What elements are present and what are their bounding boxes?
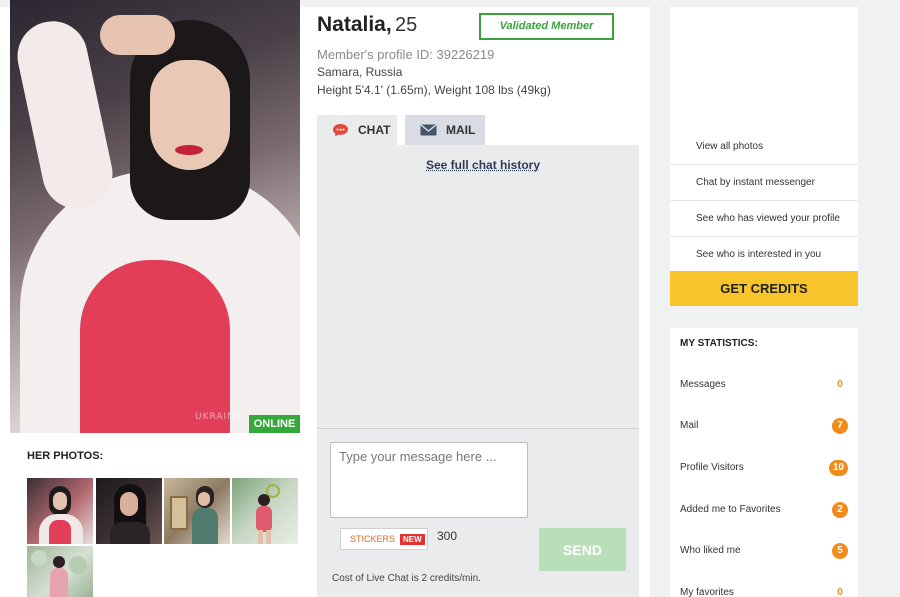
tab-mail[interactable]: MAIL <box>405 115 485 145</box>
new-badge: NEW <box>400 533 425 545</box>
stickers-label: STICKERS <box>350 534 396 544</box>
photo-dress-shape <box>80 260 230 433</box>
stat-label: My favorites <box>680 587 734 597</box>
photo-thumbnail[interactable] <box>164 478 230 544</box>
stat-label: Messages <box>680 379 726 390</box>
stat-count-badge: 10 <box>828 460 848 476</box>
chat-window <box>317 145 639 428</box>
stickers-button[interactable]: STICKERS NEW <box>340 528 428 550</box>
message-input[interactable] <box>330 442 528 518</box>
stat-label: Added me to Favorites <box>680 504 781 515</box>
tab-mail-label: MAIL <box>446 123 476 137</box>
envelope-icon <box>420 124 437 136</box>
stat-row-added-to-favorites[interactable]: Added me to Favorites 2 <box>680 501 848 521</box>
profile-age: 25 <box>395 14 418 36</box>
stat-count-badge: 2 <box>832 502 848 518</box>
photo-thumbnail[interactable] <box>27 478 93 544</box>
stat-row-messages[interactable]: Messages 0 <box>680 376 848 396</box>
chat-bubble-icon <box>332 123 349 137</box>
character-count: 300 <box>437 529 458 543</box>
profile-viewers-link[interactable]: See who has viewed your profile <box>670 201 858 237</box>
profile-measurements: Height 5'4.1' (1.65m), Weight 108 lbs (4… <box>317 83 551 97</box>
profile-id: Member's profile ID: 39226219 <box>317 47 495 62</box>
stat-row-profile-visitors[interactable]: Profile Visitors 10 <box>680 459 848 479</box>
photo-hand-shape <box>100 15 175 55</box>
photo-lip-shape <box>175 145 203 155</box>
chat-cost-note: Cost of Live Chat is 2 credits/min. <box>332 573 481 584</box>
instant-messenger-link[interactable]: Chat by instant messenger <box>670 165 858 201</box>
stat-count-badge: 5 <box>832 543 848 559</box>
chat-history-link[interactable]: See full chat history <box>426 158 540 172</box>
tab-chat-label: CHAT <box>358 123 391 137</box>
stat-count-badge: 0 <box>837 587 843 597</box>
actions-card: View all photos Chat by instant messenge… <box>670 7 858 306</box>
stat-row-who-liked-me[interactable]: Who liked me 5 <box>680 542 848 562</box>
photo-watermark: UKRAINE <box>195 412 242 422</box>
online-status-badge: ONLINE <box>249 415 300 433</box>
stat-row-my-favorites[interactable]: My favorites 0 <box>680 584 848 597</box>
stat-count-badge: 0 <box>837 379 843 390</box>
stat-count-badge: 7 <box>832 418 848 434</box>
photo-thumbnail[interactable] <box>232 478 298 544</box>
stat-row-mail[interactable]: Mail 7 <box>680 417 848 437</box>
main-profile-photo[interactable]: UKRAINE <box>10 0 300 433</box>
stat-label: Who liked me <box>680 545 741 556</box>
send-button[interactable]: SEND <box>539 528 626 571</box>
stat-label: Mail <box>680 420 699 431</box>
profile-location: Samara, Russia <box>317 65 403 79</box>
validated-member-badge: Validated Member <box>479 13 614 40</box>
photo-thumbnail[interactable] <box>27 546 93 597</box>
interested-in-you-link[interactable]: See who is interested in you <box>670 237 858 273</box>
tab-chat[interactable]: CHAT <box>317 115 397 145</box>
statistics-title: MY STATISTICS: <box>680 338 758 349</box>
her-photos-title: HER PHOTOS: <box>27 450 104 462</box>
stat-label: Profile Visitors <box>680 462 744 473</box>
view-all-photos-link[interactable]: View all photos <box>670 129 858 165</box>
statistics-card: MY STATISTICS: Messages 0 Mail 7 Profile… <box>670 328 858 597</box>
profile-name: Natalia, <box>317 13 392 36</box>
get-credits-button[interactable]: GET CREDITS <box>670 271 858 306</box>
photo-thumbnail[interactable] <box>96 478 162 544</box>
